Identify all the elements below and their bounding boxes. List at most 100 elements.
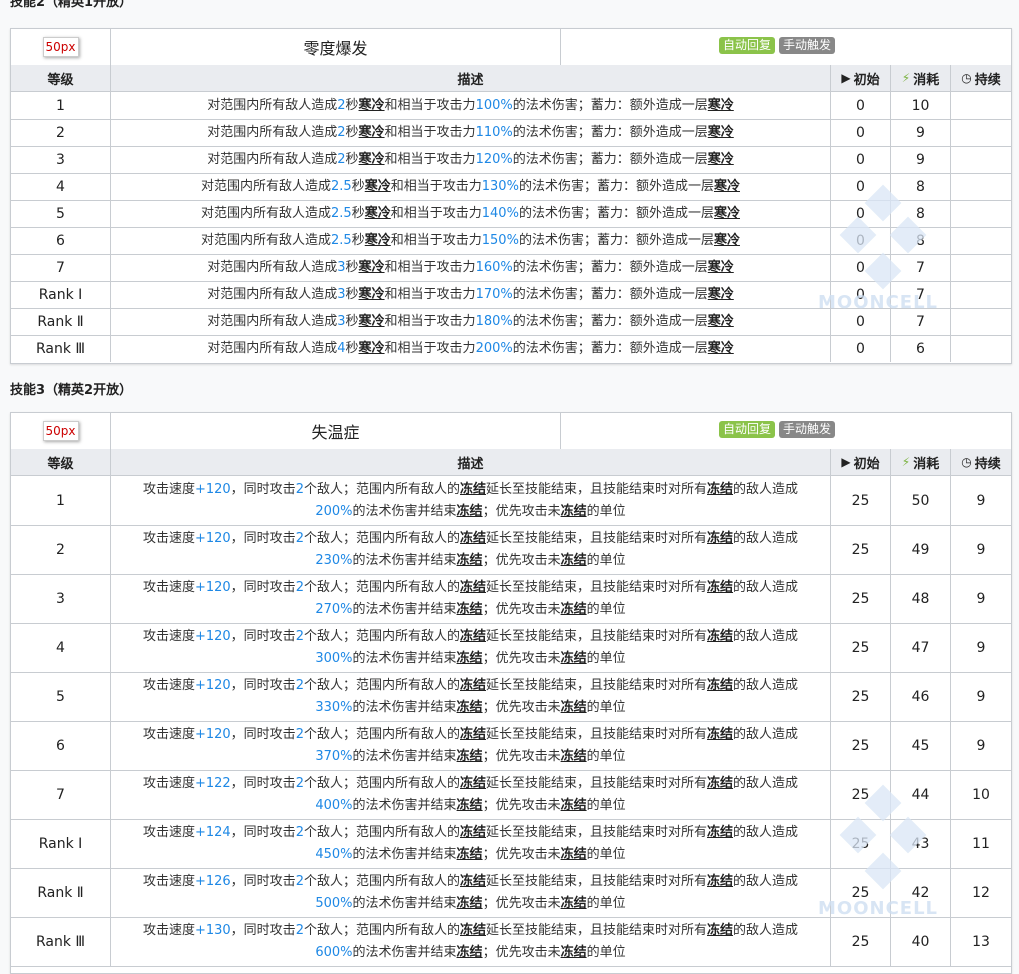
percent-value: 110% (475, 124, 513, 140)
header-cost: ⚡ 消耗 (891, 65, 951, 91)
skill-level-row: 7 对范围内所有敌人造成3秒寒冷和相当于攻击力160%的法术伤害；蓄力：额外造成一… (11, 254, 1011, 282)
dur-cell: 9 (976, 688, 986, 705)
desc-text: 攻击速度 (142, 579, 195, 595)
desc-text: 和相当于攻击力 (384, 124, 476, 140)
description-line: 230%的法术伤害并结束冻结；优先攻击未冻结的单位 (143, 550, 798, 572)
description-line: 400%的法术伤害并结束冻结；优先攻击未冻结的单位 (143, 795, 798, 817)
tag-manual-trigger: 手动触发 (779, 421, 836, 438)
cost-cell: 10 (891, 92, 951, 119)
desc-text: 的法术伤害并结束 (352, 846, 457, 862)
cost-cell: 9 (891, 146, 951, 173)
keyword-cold: 寒冷 (364, 205, 391, 221)
desc-text: 的单位 (586, 797, 626, 813)
dur-cell (951, 146, 1011, 173)
desc-text: ；优先攻击未 (482, 699, 561, 715)
target-count-value: 2 (295, 824, 304, 840)
init-cell: 25 (831, 476, 891, 525)
desc-text: 和相当于攻击力 (384, 340, 476, 356)
init-cell: 0 (831, 335, 891, 362)
target-count-value: 2 (295, 677, 304, 693)
desc-text: 和相当于攻击力 (384, 259, 476, 275)
description-text: 对范围内所有敌人造成3秒寒冷和相当于攻击力160%的法术伤害；蓄力：额外造成一层… (207, 257, 734, 279)
level-cell: Rank Ⅰ (11, 819, 111, 868)
desc-text: 的单位 (586, 846, 626, 862)
keyword-cold: 寒冷 (707, 313, 734, 329)
desc-text: 攻击速度 (142, 530, 195, 546)
init-cell: 0 (831, 92, 891, 119)
description-line: 攻击速度+120，同时攻击2个敌人；范围内所有敌人的冻结延长至技能结束，且技能结… (143, 626, 798, 648)
level-cell: Rank Ⅲ (11, 335, 111, 362)
description-line: 500%的法术伤害并结束冻结；优先攻击未冻结的单位 (143, 893, 798, 915)
level-cell: 2 (11, 119, 111, 146)
desc-text: ；优先攻击未 (482, 650, 561, 666)
desc-text: 攻击速度 (142, 628, 195, 644)
keyword-freeze: 冻结 (707, 530, 734, 546)
desc-text: 延长至技能结束，且技能结束时对所有 (486, 579, 708, 595)
keyword-cold: 寒冷 (707, 286, 734, 302)
init-cell: 25 (831, 623, 891, 672)
desc-text: ，同时攻击 (230, 481, 296, 497)
description-line: 攻击速度+120，同时攻击2个敌人；范围内所有敌人的冻结延长至技能结束，且技能结… (143, 577, 798, 599)
description-line: 攻击速度+120，同时攻击2个敌人；范围内所有敌人的冻结延长至技能结束，且技能结… (143, 479, 798, 501)
desc-text: 延长至技能结束，且技能结束时对所有 (486, 530, 708, 546)
lightning-icon: ⚡ (901, 455, 911, 469)
init-cell: 0 (831, 254, 891, 281)
desc-text: ；优先攻击未 (482, 846, 561, 862)
desc-text: 延长至技能结束，且技能结束时对所有 (486, 775, 708, 791)
level-cell: 1 (11, 92, 111, 119)
cost-cell: 43 (891, 819, 951, 868)
desc-text: 秒 (351, 205, 365, 221)
level-cell: 7 (11, 254, 111, 281)
header-init-label: 初始 (853, 456, 880, 472)
skill2-section-title: 技能2（精英1开放） (10, 0, 133, 10)
skill-level-row: 5 对范围内所有敌人造成2.5秒寒冷和相当于攻击力140%的法术伤害；蓄力：额外造… (11, 200, 1011, 228)
keyword-freeze: 冻结 (459, 530, 486, 546)
keyword-freeze: 冻结 (560, 944, 587, 960)
attack-speed-value: +120 (194, 628, 231, 644)
attack-speed-value: +120 (194, 579, 231, 595)
skill-tag-group: 自动回复 手动触发 (717, 421, 837, 438)
init-cell: 0 (831, 173, 891, 200)
desc-text: ，同时攻击 (230, 775, 296, 791)
desc-text: 的法术伤害；蓄力：额外造成一层 (512, 340, 708, 356)
desc-text: ；优先攻击未 (482, 944, 561, 960)
desc-text: 的敌人造成 (733, 530, 799, 546)
desc-text: 的法术伤害；蓄力：额外造成一层 (512, 259, 708, 275)
description-text: 攻击速度+124，同时攻击2个敌人；范围内所有敌人的冻结延长至技能结束，且技能结… (143, 822, 798, 866)
desc-text: 的敌人造成 (733, 824, 799, 840)
desc-text: 的法术伤害并结束 (352, 748, 457, 764)
desc-text: 的法术伤害；蓄力：额外造成一层 (518, 232, 714, 248)
keyword-freeze: 冻结 (560, 503, 587, 519)
desc-text: 和相当于攻击力 (390, 232, 482, 248)
keyword-freeze: 冻结 (459, 824, 486, 840)
description-cell: 对范围内所有敌人造成4秒寒冷和相当于攻击力200%的法术伤害；蓄力：额外造成一层… (111, 335, 831, 362)
attack-speed-value: +124 (194, 824, 231, 840)
init-cell: 0 (831, 119, 891, 146)
description-text: 攻击速度+130，同时攻击2个敌人；范围内所有敌人的冻结延长至技能结束，且技能结… (143, 920, 798, 964)
attack-speed-value: +122 (194, 775, 231, 791)
description-cell: 对范围内所有敌人造成2秒寒冷和相当于攻击力120%的法术伤害；蓄力：额外造成一层… (111, 146, 831, 173)
skill-icon-cell: 50px (11, 29, 111, 65)
desc-text: 的法术伤害；蓄力：额外造成一层 (518, 178, 714, 194)
description-text: 攻击速度+120，同时攻击2个敌人；范围内所有敌人的冻结延长至技能结束，且技能结… (143, 626, 798, 670)
header-cost: ⚡ 消耗 (891, 449, 951, 475)
keyword-freeze: 冻结 (707, 579, 734, 595)
table-header-row: 等级 描述 ▶ 初始 ⚡ 消耗 ◷ 持续 (11, 65, 1011, 92)
header-desc: 描述 (111, 65, 831, 91)
dur-cell (951, 308, 1011, 335)
keyword-freeze: 冻结 (456, 895, 483, 911)
skill-level-row: Rank Ⅲ 对范围内所有敌人造成4秒寒冷和相当于攻击力200%的法术伤害；蓄力：… (11, 335, 1011, 362)
description-line: 攻击速度+126，同时攻击2个敌人；范围内所有敌人的冻结延长至技能结束，且技能结… (143, 871, 798, 893)
attack-speed-value: +120 (194, 530, 231, 546)
desc-text: 秒 (351, 178, 365, 194)
desc-text: 的法术伤害并结束 (352, 552, 457, 568)
skill-level-row: 1 攻击速度+120，同时攻击2个敌人；范围内所有敌人的冻结延长至技能结束，且技能… (11, 476, 1011, 526)
header-init: ▶ 初始 (831, 65, 891, 91)
dur-cell (951, 119, 1011, 146)
desc-text: ；优先攻击未 (482, 748, 561, 764)
target-count-value: 2 (295, 628, 304, 644)
description-line: 370%的法术伤害并结束冻结；优先攻击未冻结的单位 (143, 746, 798, 768)
cost-cell: 6 (891, 335, 951, 362)
desc-text: 的敌人造成 (733, 677, 799, 693)
skill-level-row: 4 攻击速度+120，同时攻击2个敌人；范围内所有敌人的冻结延长至技能结束，且技能… (11, 623, 1011, 673)
